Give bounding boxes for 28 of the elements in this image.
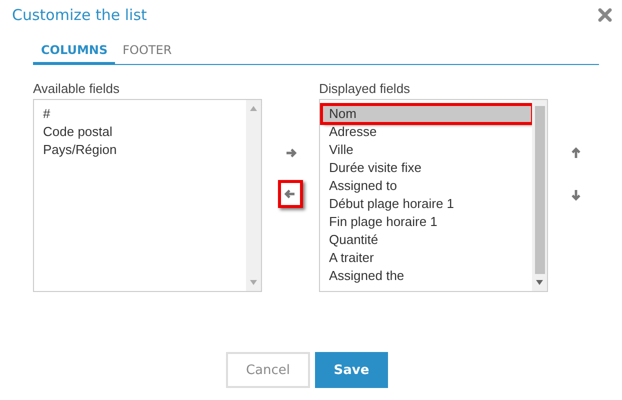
list-item[interactable]: Quantité (322, 231, 532, 249)
list-item[interactable]: Adresse (322, 123, 532, 141)
list-item[interactable]: A traiter (322, 249, 532, 267)
list-item[interactable]: Fin plage horaire 1 (322, 213, 532, 231)
arrow-icon (570, 146, 582, 160)
list-item[interactable]: Nom (322, 105, 532, 123)
list-item[interactable]: Assigned the (322, 267, 532, 285)
scrollbar[interactable] (532, 100, 547, 291)
arrow-icon (570, 188, 582, 200)
arrow-icon (284, 147, 297, 159)
list-item[interactable]: Assigned to (322, 177, 532, 195)
list-item[interactable]: Début plage horaire 1 (322, 195, 532, 213)
close-icon[interactable] (598, 8, 612, 22)
list-item[interactable]: Durée visite fixe (322, 159, 532, 177)
arrow-icon (284, 188, 297, 200)
scroll-down-icon[interactable] (536, 280, 543, 285)
cancel-button[interactable]: Cancel (226, 352, 310, 388)
list-item[interactable]: # (36, 105, 246, 123)
list-item[interactable]: Pays/Région (36, 141, 246, 159)
tab[interactable]: COLUMNS (33, 41, 115, 65)
tab[interactable]: FOOTER (114, 41, 179, 65)
list-label: Displayed fields (319, 80, 412, 97)
save-button[interactable]: Save (315, 352, 388, 388)
list-item[interactable]: Ville (322, 141, 532, 159)
list-label: Available fields (33, 80, 120, 97)
move-button[interactable] (278, 180, 303, 208)
dialog-title: Customize the list (12, 6, 147, 24)
list-item[interactable]: Code postal (36, 123, 246, 141)
